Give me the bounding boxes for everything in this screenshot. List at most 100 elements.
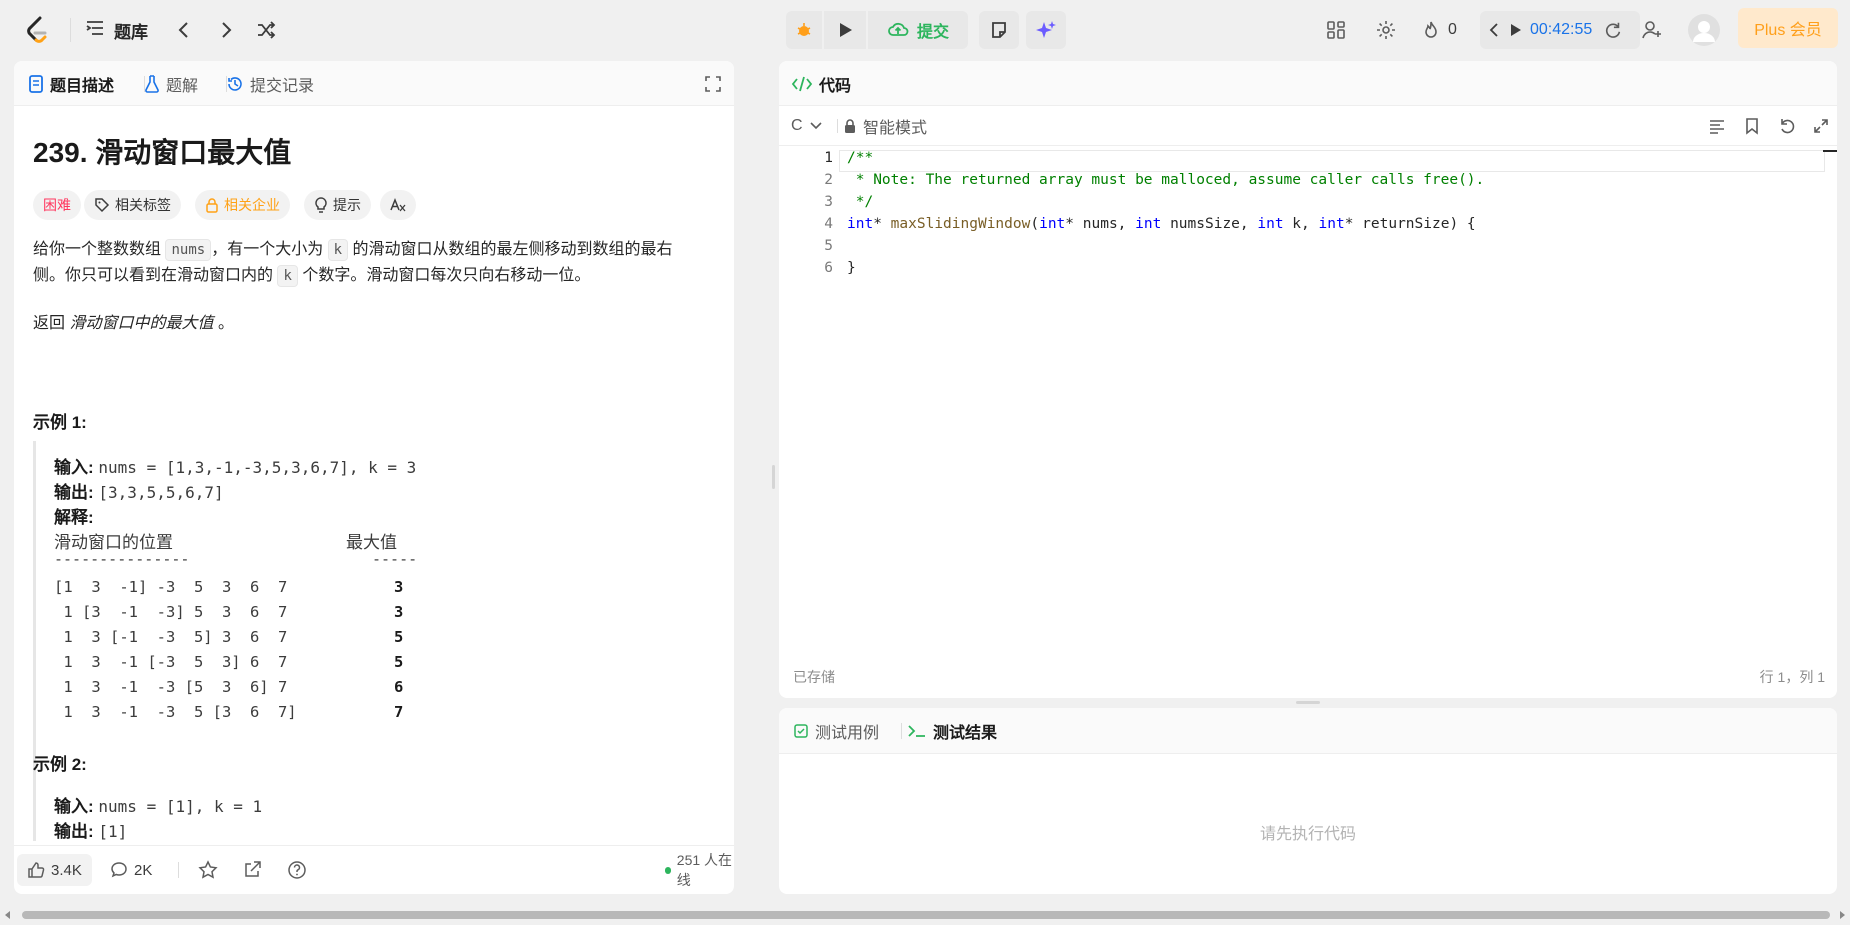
companies-button[interactable]: 相关企业 [195,190,290,220]
code-line: 3 */ [824,194,874,210]
example-2-heading: 示例 2: [33,755,87,774]
streak-counter[interactable]: 0 [1420,16,1457,44]
smart-mode-toggle[interactable]: 智能模式 [843,113,927,139]
desc-text: 个数字。滑动窗口每次只向右移动一位。 [302,267,591,284]
input-value: nums = [1], k = 1 [98,797,263,816]
undo-icon [1781,119,1795,134]
tab-solutions[interactable]: 题解 [144,61,198,106]
feedback-button[interactable] [283,854,311,886]
timer-collapse-button[interactable] [1484,16,1504,44]
desc-text: 给你一个整数数组 [33,241,162,258]
example-2-input: 输入: nums = [1], k = 1 [54,792,262,817]
user-avatar-icon [1693,21,1715,42]
window-max: 3 [394,578,404,596]
test-panel: 测试用例 测试结果 请先执行代码 [779,708,1837,894]
chevron-right-icon [222,22,232,38]
tab-test-results[interactable]: 测试结果 [907,708,997,754]
example-1-output: 输出: [3,3,5,5,6,7] [54,478,224,503]
inline-code-k: k [277,265,298,287]
settings-button[interactable] [1372,16,1400,44]
format-button[interactable] [1705,114,1729,138]
bookmark-icon [1746,118,1758,135]
plus-membership-button[interactable]: Plus 会员 [1738,8,1838,48]
online-users: 251 人在线 [665,852,734,888]
window-max: 3 [394,603,404,621]
random-problem-button[interactable] [252,16,280,44]
star-icon [198,860,218,879]
window-row: [1 3 -1] -3 5 3 6 7 [54,578,288,596]
timer-reset-button[interactable] [1600,16,1626,44]
translate-button[interactable] [380,190,416,220]
page-scrollbar[interactable] [0,908,1850,922]
description-panel: 题目描述 题解 提交记录 239. 滑动窗口最大值 困难 相关标签 相关企业 提 [14,61,734,894]
example-1-explain: 解释: [54,503,94,528]
code-line: 6} [824,260,856,276]
cursor-position: 行 1，列 1 [1759,669,1825,685]
debug-button[interactable] [786,11,822,49]
fullscreen-button[interactable] [702,73,724,95]
page-scrollbar-thumb[interactable] [22,911,1830,919]
tab-solutions-label: 题解 [166,77,199,95]
tab-code-label: 代码 [819,77,852,95]
test-tabs: 测试用例 测试结果 [779,708,1837,754]
input-value: nums = [1,3,-1,-3,5,3,6,7], k = 3 [98,458,417,477]
bookmark-button[interactable] [1740,114,1764,138]
layout-grid-icon [1327,21,1345,39]
tag-icon [95,198,110,213]
tab-testcases[interactable]: 测试用例 [793,708,879,754]
run-button[interactable] [824,11,866,49]
chevron-left-icon [178,22,188,38]
tab-description[interactable]: 题目描述 [28,61,114,106]
output-value: [3,3,5,5,6,7] [98,483,224,502]
comments-button[interactable]: 2K [110,854,152,886]
window-row: 1 3 [-1 -3 5] 3 6 7 [54,628,288,646]
hint-label: 提示 [333,197,361,213]
problem-list-button[interactable]: 题库 [84,16,148,44]
next-problem-button[interactable] [212,16,240,44]
chevron-left-icon [1489,23,1498,37]
window-row: 1 [3 -1 -3] 5 3 6 7 [54,603,288,621]
tab-code[interactable]: 代码 [791,61,851,106]
test-result-placeholder: 请先执行代码 [1259,826,1356,843]
window-max: 6 [394,678,404,696]
favorite-button[interactable] [194,854,222,886]
problem-title: 239. 滑动窗口最大值 [33,137,292,168]
bug-icon [797,23,811,36]
chevron-down-icon [809,122,822,130]
window-max: 5 [394,653,404,671]
timer-play-button[interactable] [1506,16,1526,44]
code-editor[interactable]: 1/** 2 * Note: The returned array must b… [779,150,1837,570]
avatar[interactable] [1688,14,1720,46]
hint-button[interactable]: 提示 [304,190,371,220]
saved-status: 已存储 [793,669,835,685]
invite-button[interactable] [1638,16,1666,44]
help-icon [288,861,306,879]
leetcode-logo[interactable] [24,14,52,46]
input-label: 输入: [54,458,94,477]
language-select[interactable]: C [791,113,823,139]
prev-problem-button[interactable] [170,16,198,44]
code-line: 1/** [824,150,874,166]
maximize-editor-button[interactable] [1809,114,1833,138]
gear-icon [1377,21,1395,39]
language-label: C [791,117,803,134]
reset-code-button[interactable] [1775,114,1799,138]
share-button[interactable] [238,854,266,886]
vertical-splitter[interactable] [772,465,775,489]
submit-button[interactable]: 提交 [868,11,968,49]
play-icon [840,23,852,37]
tab-submissions[interactable]: 提交记录 [226,61,314,106]
notes-button[interactable] [979,11,1019,49]
timer-display: 00:42:55 [1530,21,1593,38]
like-button[interactable]: 3.4K [17,854,92,886]
companies-label: 相关企业 [224,197,280,213]
top-bar: 题库 提交 0 00:42:55 Plus 会员 [0,0,1850,60]
example-1-heading: 示例 1: [33,413,87,432]
layout-button[interactable] [1322,16,1350,44]
difficulty-badge: 困难 [33,190,81,220]
related-tags-button[interactable]: 相关标签 [84,190,181,220]
horizontal-splitter[interactable] [1296,701,1320,704]
example-2-output: 输出: [1] [54,817,127,842]
ai-assistant-button[interactable] [1026,11,1066,49]
comment-count: 2K [134,861,153,879]
